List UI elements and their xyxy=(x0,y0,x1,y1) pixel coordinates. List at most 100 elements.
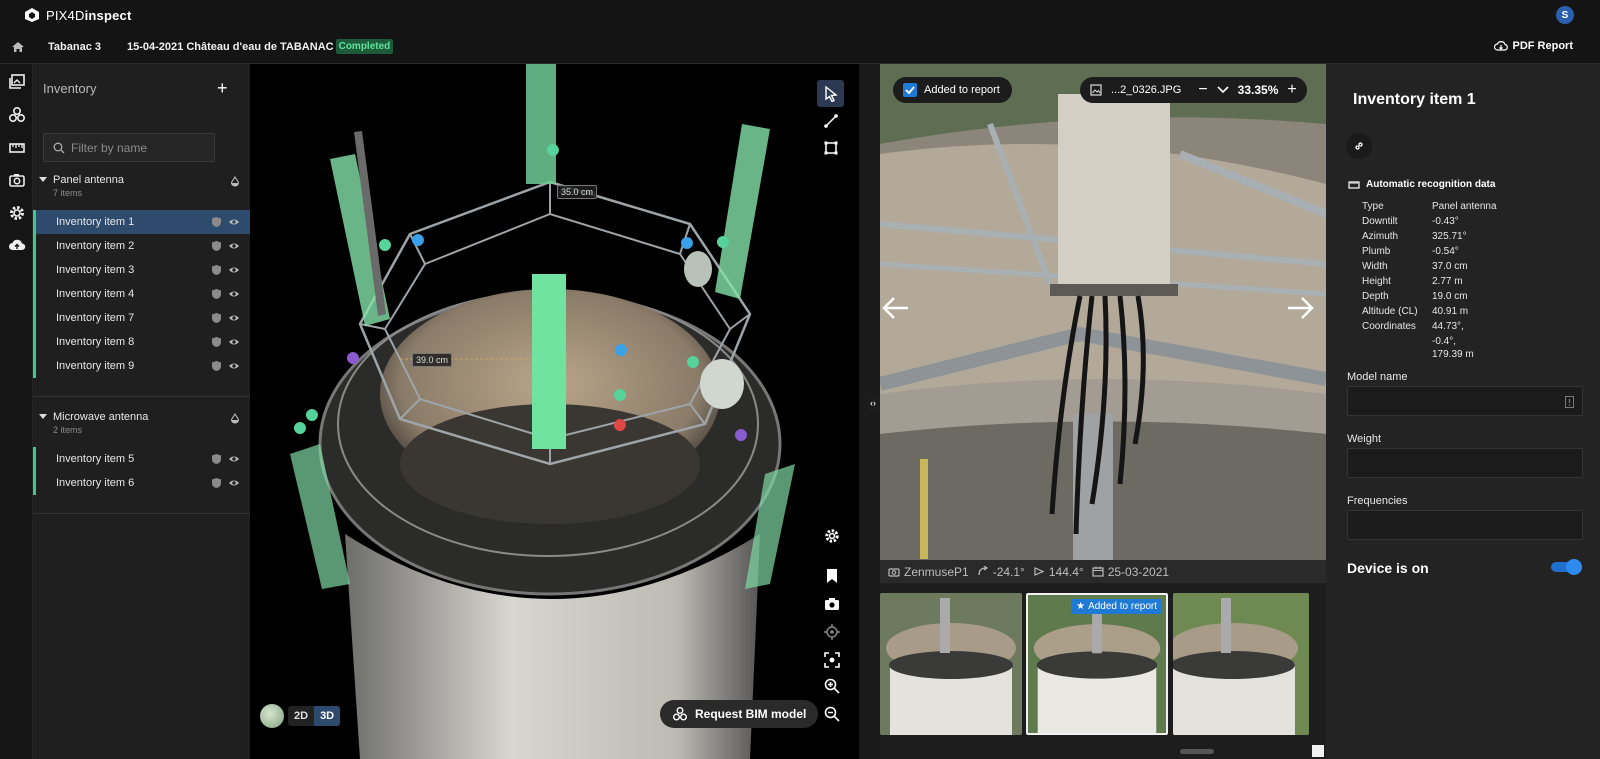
zoom-in-button[interactable]: + xyxy=(1287,81,1296,99)
request-bim-button[interactable]: Request BIM model xyxy=(660,700,819,728)
previous-photo-arrow-icon[interactable] xyxy=(880,292,912,324)
list-item[interactable]: Inventory item 3 xyxy=(33,258,250,282)
eye-icon[interactable] xyxy=(228,477,240,489)
zoom-out-icon[interactable] xyxy=(824,706,840,722)
photo-thumbnail[interactable] xyxy=(1173,593,1309,735)
field-key: Downtilt xyxy=(1362,216,1398,227)
eye-icon[interactable] xyxy=(228,240,240,252)
device-on-toggle[interactable] xyxy=(1551,559,1582,575)
shield-icon[interactable] xyxy=(211,360,222,372)
chevron-down-icon[interactable] xyxy=(1217,86,1229,94)
inventory-rail-button[interactable] xyxy=(7,105,26,124)
group-header[interactable]: Panel antenna 7 items xyxy=(33,172,250,200)
eye-icon[interactable] xyxy=(228,216,240,228)
list-item[interactable]: Inventory item 1 xyxy=(33,210,250,234)
measurement-label[interactable]: 39.0 cm xyxy=(412,353,453,367)
mode-2d-button[interactable]: 2D xyxy=(288,706,314,726)
point-cloud-scene[interactable] xyxy=(250,64,859,759)
zoom-out-button[interactable]: − xyxy=(1198,81,1207,99)
project-name[interactable]: Tabanac 3 xyxy=(48,41,101,53)
eye-icon[interactable] xyxy=(228,360,240,372)
pdf-report-button[interactable]: PDF Report xyxy=(1493,40,1573,52)
frequencies-field[interactable] xyxy=(1347,510,1583,540)
shield-icon[interactable] xyxy=(211,216,222,228)
visibility-drop-icon[interactable] xyxy=(230,176,240,188)
shield-icon[interactable] xyxy=(211,264,222,276)
area-tool-button[interactable] xyxy=(817,134,844,161)
list-picker-icon[interactable] xyxy=(1565,396,1574,408)
app-logo[interactable]: PIX4Dinspect xyxy=(24,7,132,23)
thumbnail-scrollbar[interactable] xyxy=(1180,749,1214,754)
caret-down-icon[interactable] xyxy=(39,414,47,419)
group-items: Inventory item 5 Inventory item 6 xyxy=(33,447,250,495)
line-tool-button[interactable] xyxy=(817,107,844,134)
add-inventory-button[interactable]: + xyxy=(217,79,228,97)
measurement-label[interactable]: 35.0 cm xyxy=(557,185,598,199)
cloud-download-icon xyxy=(1493,41,1508,51)
brand-suffix: inspect xyxy=(84,7,132,23)
bookmark-icon[interactable] xyxy=(824,568,840,584)
select-tool-button[interactable] xyxy=(817,80,844,107)
photo-thumbnail[interactable] xyxy=(880,593,1022,735)
visibility-drop-icon[interactable] xyxy=(230,413,240,425)
locate-icon[interactable] xyxy=(824,624,840,640)
measure-rail-button[interactable] xyxy=(7,138,26,157)
upload-rail-button[interactable] xyxy=(7,235,26,254)
gear-icon[interactable] xyxy=(824,528,840,544)
zoom-in-icon[interactable] xyxy=(824,678,840,694)
panel-splitter-handle[interactable]: ‹› xyxy=(866,395,880,411)
3d-viewer[interactable]: 35.0 cm 39.0 cm 2D 3D Request BIM model xyxy=(250,64,859,759)
shield-icon[interactable] xyxy=(211,312,222,324)
field-key xyxy=(1362,349,1432,362)
list-item[interactable]: Inventory item 4 xyxy=(33,282,250,306)
thumbnail-corner-handle[interactable] xyxy=(1312,745,1324,757)
group-header[interactable]: Microwave antenna 2 items xyxy=(33,409,250,437)
list-item[interactable]: Inventory item 6 xyxy=(33,471,250,495)
shield-icon[interactable] xyxy=(211,453,222,465)
list-item[interactable]: Inventory item 2 xyxy=(33,234,250,258)
layers-rail-button[interactable] xyxy=(7,72,26,91)
image-controls: ...2_0326.JPG − 33.35% + xyxy=(1080,77,1307,103)
copy-link-button[interactable] xyxy=(1346,133,1372,159)
image-filename[interactable]: ...2_0326.JPG xyxy=(1111,84,1181,96)
shield-icon[interactable] xyxy=(211,240,222,252)
shield-icon[interactable] xyxy=(211,477,222,489)
user-avatar[interactable]: S xyxy=(1556,6,1574,24)
shield-icon[interactable] xyxy=(211,288,222,300)
model-name-field[interactable] xyxy=(1347,386,1583,416)
eye-icon[interactable] xyxy=(228,288,240,300)
photo-viewer[interactable]: Added to report ...2_0326.JPG − 33.35% + xyxy=(880,64,1326,560)
eye-icon[interactable] xyxy=(228,336,240,348)
home-icon[interactable] xyxy=(11,40,25,54)
basemap-globe-icon[interactable] xyxy=(260,704,284,728)
list-item[interactable]: Inventory item 7 xyxy=(33,306,250,330)
shield-icon[interactable] xyxy=(211,336,222,348)
field-key: Width xyxy=(1362,261,1388,272)
list-item[interactable]: Inventory item 8 xyxy=(33,330,250,354)
photo-thumbnail-selected[interactable]: ★ Added to report xyxy=(1026,593,1168,735)
eye-icon[interactable] xyxy=(228,453,240,465)
fit-view-icon[interactable] xyxy=(824,652,840,668)
mode-3d-button[interactable]: 3D xyxy=(314,706,341,726)
frequencies-input[interactable] xyxy=(1348,511,1582,539)
checkbox-checked[interactable] xyxy=(903,83,917,97)
star-icon: ★ xyxy=(1076,601,1086,612)
model-name-input[interactable] xyxy=(1348,387,1582,415)
list-item[interactable]: Inventory item 9 xyxy=(33,354,250,378)
inspection-photo[interactable] xyxy=(880,64,1326,560)
caret-down-icon[interactable] xyxy=(39,177,47,182)
next-photo-arrow-icon[interactable] xyxy=(1284,292,1316,324)
eye-icon[interactable] xyxy=(228,312,240,324)
camera-icon[interactable] xyxy=(824,596,840,612)
added-to-report-label: Added to report xyxy=(924,84,1000,96)
added-to-report-toggle[interactable]: Added to report xyxy=(893,77,1012,103)
filter-input[interactable] xyxy=(71,140,211,155)
weight-field[interactable] xyxy=(1347,448,1583,478)
ruler-icon xyxy=(8,142,25,153)
inventory-panel: Inventory + Panel antenna 7 items Invent… xyxy=(33,64,250,759)
camera-rail-button[interactable] xyxy=(7,170,26,189)
list-item[interactable]: Inventory item 5 xyxy=(33,447,250,471)
settings-rail-button[interactable] xyxy=(7,203,26,222)
eye-icon[interactable] xyxy=(228,264,240,276)
weight-input[interactable] xyxy=(1348,449,1582,477)
